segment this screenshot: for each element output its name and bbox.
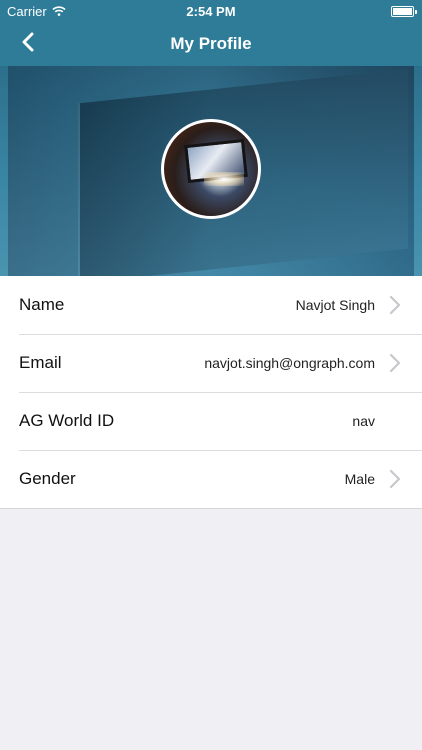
row-label: Name (19, 295, 65, 314)
row-value: Navjot Singh (295, 297, 375, 313)
row-label: Gender (19, 469, 76, 488)
row-label: AG World ID (19, 411, 115, 430)
status-time: 2:54 PM (186, 4, 236, 19)
profile-row-gender[interactable]: Gender Male (0, 450, 422, 508)
chevron-right-icon (387, 353, 403, 373)
chevron-right-icon (387, 295, 403, 315)
avatar-glow (204, 172, 244, 186)
profile-details-list: Name Navjot Singh Email navjot.singh@ong… (0, 276, 422, 509)
row-label: Email (19, 353, 62, 372)
profile-screen: Carrier 2:54 PM My Profile Name Navjot S… (0, 0, 422, 750)
profile-row-email[interactable]: Email navjot.singh@ongraph.com (0, 334, 422, 392)
header: Carrier 2:54 PM My Profile (0, 0, 422, 66)
row-value: navjot.singh@ongraph.com (204, 355, 375, 371)
row-value: Male (344, 471, 375, 487)
navigation-bar: My Profile (0, 22, 422, 66)
battery-icon (391, 6, 417, 17)
chevron-right-icon (387, 469, 403, 489)
profile-row-name[interactable]: Name Navjot Singh (0, 276, 422, 334)
page-title: My Profile (170, 34, 252, 53)
row-value: nav (352, 413, 375, 429)
profile-row-ag-world-id: AG World ID nav (0, 392, 422, 450)
status-bar: Carrier 2:54 PM (0, 0, 422, 22)
avatar[interactable] (161, 119, 261, 219)
